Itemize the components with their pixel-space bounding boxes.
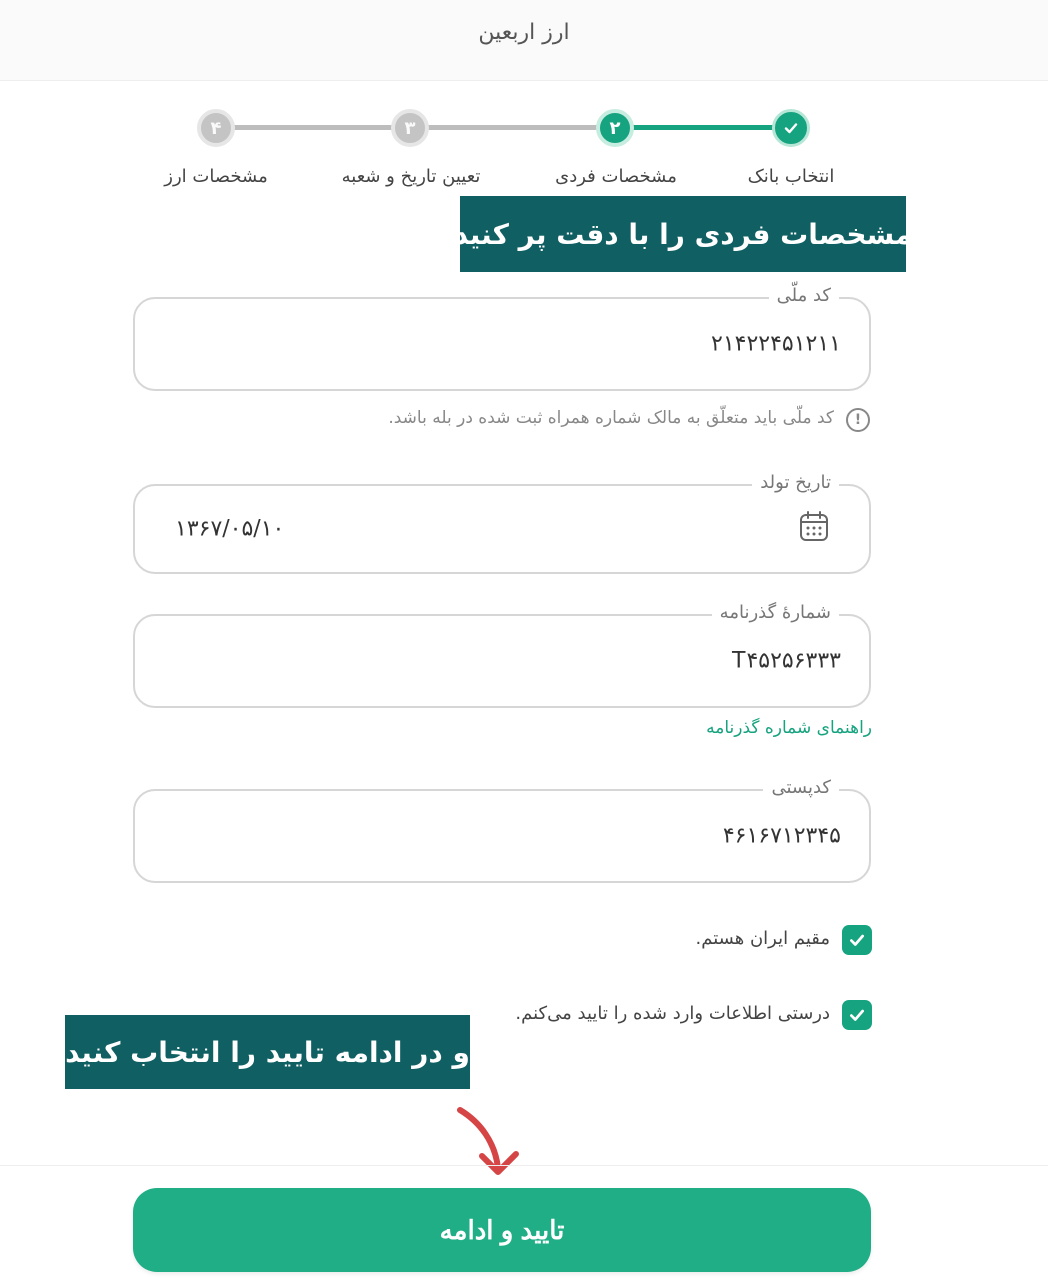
info-icon: ! [846,408,870,432]
step-3-circle: ۳ [391,109,429,147]
arrow-down-icon [457,1107,519,1175]
resident-checkbox[interactable] [842,925,872,955]
step-1-label: انتخاب بانک [747,166,835,187]
birth-date-field[interactable]: تاریخ تولد ۱۳۶۷/۰۵/۱۰ [133,472,871,574]
passport-guide-link[interactable]: راهنمای شماره گذرنامه [706,718,872,738]
instruction-banner-top: مشخصات فردی را با دقت پر کنید [454,196,912,272]
stepper-line-3-4 [216,125,410,130]
check-icon [850,934,864,946]
birth-date-value: ۱۳۶۷/۰۵/۱۰ [175,516,285,542]
passport-value: T۴۵۲۵۶۳۳۳ [732,648,841,674]
national-code-value: ۲۱۴۲۲۴۵۱۲۱۱ [711,331,841,357]
footer-divider [0,1165,1048,1166]
calendar-icon[interactable] [799,510,829,546]
postal-code-label: کدپستی [763,777,839,798]
step-2-label: مشخصات فردی [555,166,677,187]
confirm-continue-button[interactable]: تایید و ادامه [133,1188,871,1272]
passport-label: شمارهٔ گذرنامه [711,602,839,623]
resident-label: مقیم ایران هستم. [695,928,830,949]
step-4-circle: ۴ [197,109,235,147]
confirm-label: درستی اطلاعات وارد شده را تایید می‌کنم. [515,1003,830,1024]
national-code-hint: کد ملّی باید متعلّق به مالک شماره همراه … [388,408,834,428]
stepper-line-1-2 [616,125,792,130]
instruction-banner-bottom: و در ادامه تایید را انتخاب کنید [65,1015,470,1089]
step-4-number: ۴ [210,117,222,139]
birth-date-label: تاریخ تولد [752,472,839,493]
national-code-label: کد ملّی [768,285,839,306]
step-4-label: مشخصات ارز [164,166,268,187]
national-code-field[interactable]: کد ملّی ۲۱۴۲۲۴۵۱۲۱۱ [133,285,871,391]
step-2-circle: ۲ [596,109,634,147]
postal-code-field[interactable]: کدپستی ۴۶۱۶۷۱۲۳۴۵ [133,777,871,883]
page-title: ارز اربعین [478,20,570,45]
step-3-number: ۳ [404,117,416,139]
app-header: ارز اربعین [0,0,1048,81]
step-3-label: تعیین تاریخ و شعبه [341,166,481,187]
check-icon [784,123,798,134]
postal-code-value: ۴۶۱۶۷۱۲۳۴۵ [722,823,841,849]
check-icon [850,1009,864,1021]
stepper-line-2-3 [410,125,616,130]
confirm-checkbox[interactable] [842,1000,872,1030]
step-1-circle [772,109,810,147]
passport-field[interactable]: شمارهٔ گذرنامه T۴۵۲۵۶۳۳۳ [133,602,871,708]
step-2-number: ۲ [609,117,621,139]
